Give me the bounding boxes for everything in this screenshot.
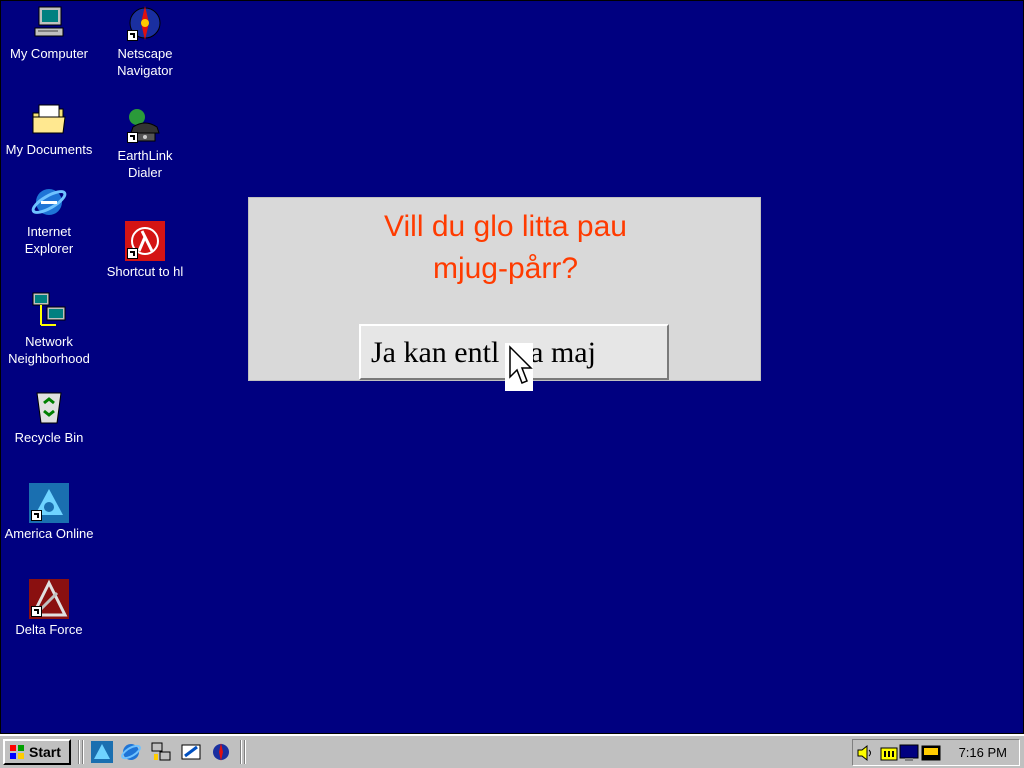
desktop: My Computer My Documents Internet Explor… xyxy=(0,0,1024,734)
earthlink-dialer-phone-icon xyxy=(125,105,165,145)
desktop-icon-delta-force[interactable]: Delta Force xyxy=(1,579,97,638)
shortcut-arrow-icon xyxy=(31,510,42,521)
display-properties-icon[interactable] xyxy=(921,743,941,763)
desktop-icon-label: Netscape Navigator xyxy=(117,46,173,78)
netscape-navigator-icon xyxy=(125,3,165,43)
shortcut-arrow-icon xyxy=(127,132,138,143)
america-online-icon xyxy=(29,483,69,523)
desktop-icon-recycle-bin[interactable]: Recycle Bin xyxy=(1,387,97,446)
battery-meter-icon[interactable] xyxy=(879,743,899,763)
quick-launch-network-icon[interactable] xyxy=(150,741,172,763)
desktop-icon-label: America Online xyxy=(4,526,94,541)
desktop-icon-label: Recycle Bin xyxy=(14,430,84,445)
taskbar: Start 7:16 PM xyxy=(0,734,1024,768)
recycle-bin-icon xyxy=(29,387,69,427)
network-neighborhood-icon xyxy=(29,291,69,331)
quick-launch-internet-explorer-icon[interactable] xyxy=(120,741,142,763)
shortcut-arrow-icon xyxy=(31,606,42,617)
my-computer-icon xyxy=(29,3,69,43)
quick-launch-channel-guide-icon[interactable] xyxy=(180,741,202,763)
shortcut-arrow-icon xyxy=(127,248,138,259)
desktop-icon-america-online[interactable]: America Online xyxy=(1,483,97,542)
taskbar-separator xyxy=(78,740,80,764)
desktop-icon-label: My Computer xyxy=(9,46,89,61)
system-tray: 7:16 PM xyxy=(852,739,1020,766)
volume-speaker-icon[interactable] xyxy=(855,743,875,763)
desktop-icon-my-computer[interactable]: My Computer xyxy=(1,3,97,62)
dialog-question: Vill du glo litta pau mjug-pårr? xyxy=(249,206,762,290)
monitor-icon[interactable] xyxy=(899,743,919,763)
dialog-question-line1: Vill du glo litta pau xyxy=(384,210,627,243)
start-button[interactable]: Start xyxy=(3,739,71,765)
desktop-icon-network-neighborhood[interactable]: Network Neighborhood xyxy=(1,291,97,367)
quick-launch-aol-icon[interactable] xyxy=(91,741,113,763)
desktop-icon-label: EarthLink Dialer xyxy=(117,148,173,180)
desktop-icon-my-documents[interactable]: My Documents xyxy=(1,99,97,158)
mouse-pointer-icon xyxy=(505,343,533,391)
windows-logo-icon xyxy=(10,745,24,759)
desktop-icon-earthlink-dialer[interactable]: EarthLink Dialer xyxy=(97,105,193,181)
my-documents-folder-icon xyxy=(29,99,69,139)
half-life-lambda-icon xyxy=(125,221,165,261)
desktop-icon-internet-explorer[interactable]: Internet Explorer xyxy=(1,181,97,257)
taskbar-separator xyxy=(82,740,84,764)
internet-explorer-icon xyxy=(29,181,69,221)
desktop-icon-label: Network Neighborhood xyxy=(8,334,90,366)
dialog-question-line2: mjug-pårr? xyxy=(432,252,579,285)
start-label: Start xyxy=(29,744,61,760)
shortcut-arrow-icon xyxy=(127,30,138,41)
taskbar-clock[interactable]: 7:16 PM xyxy=(959,745,1007,760)
taskbar-separator xyxy=(240,740,242,764)
desktop-icon-netscape-navigator[interactable]: Netscape Navigator xyxy=(97,3,193,79)
desktop-icon-label: My Documents xyxy=(5,142,93,157)
quick-launch-netscape-icon[interactable] xyxy=(210,741,232,763)
taskbar-separator xyxy=(244,740,246,764)
desktop-icon-label: Shortcut to hl xyxy=(106,264,184,279)
delta-force-icon xyxy=(29,579,69,619)
desktop-icon-shortcut-to-hl[interactable]: Shortcut to hl xyxy=(97,221,193,280)
desktop-icon-label: Internet Explorer xyxy=(24,224,74,256)
desktop-icon-label: Delta Force xyxy=(15,622,83,637)
